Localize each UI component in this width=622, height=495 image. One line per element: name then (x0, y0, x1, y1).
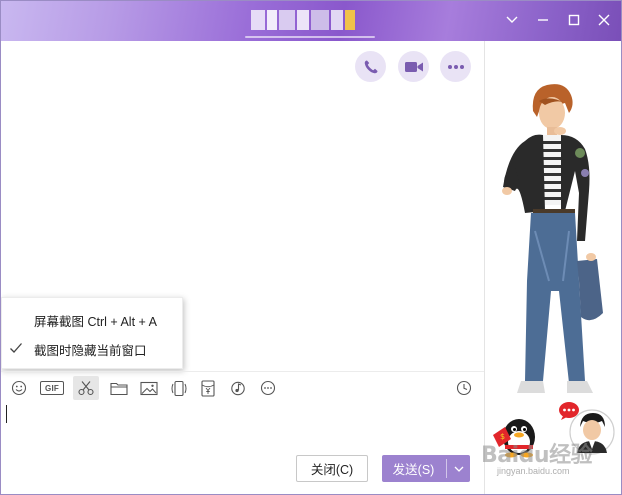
image-icon[interactable] (136, 376, 162, 400)
chat-bubble-icon[interactable] (557, 401, 581, 421)
send-options-chevron-icon[interactable] (447, 455, 470, 482)
redacted-title (251, 10, 361, 30)
shake-icon[interactable] (166, 376, 192, 400)
clock-icon[interactable] (451, 376, 477, 400)
gif-label: GIF (45, 383, 59, 393)
emoji-icon[interactable] (6, 376, 32, 400)
red-packet-icon[interactable] (195, 376, 221, 400)
screenshot-menu: 屏幕截图 Ctrl + Alt + A 截图时隐藏当前窗口 (1, 297, 183, 369)
minimize-icon[interactable] (532, 9, 554, 31)
text-caret (6, 405, 7, 423)
video-call-icon[interactable] (398, 51, 429, 82)
music-icon[interactable] (225, 376, 251, 400)
svg-text:$: $ (500, 432, 505, 441)
scissors-icon[interactable] (73, 376, 99, 400)
menu-item-hide-window[interactable]: 截图时隐藏当前窗口 (2, 335, 182, 363)
message-input[interactable] (1, 401, 484, 449)
menu-item-label: 截图时隐藏当前窗口 (34, 343, 147, 358)
send-label: 发送(S) (392, 463, 435, 477)
character-illustration (502, 84, 603, 393)
check-icon (9, 341, 23, 358)
phone-icon[interactable] (355, 51, 386, 82)
folder-icon[interactable] (106, 376, 132, 400)
send-button[interactable]: 发送(S) (382, 455, 470, 482)
title-underline (245, 36, 375, 38)
menu-item-label: 屏幕截图 Ctrl + Alt + A (34, 314, 157, 329)
penguin-avatar-icon[interactable]: $ (489, 409, 545, 459)
chevron-down-icon[interactable] (501, 9, 523, 31)
gif-icon[interactable]: GIF (38, 376, 66, 400)
close-button[interactable]: 关闭(C) (296, 455, 368, 482)
side-panel: $ (484, 41, 621, 494)
chat-window: 屏幕截图 Ctrl + Alt + A 截图时隐藏当前窗口 GIF 关闭(C) … (0, 0, 622, 495)
maximize-icon[interactable] (563, 9, 585, 31)
more-tools-icon[interactable] (255, 376, 281, 400)
toolbar-divider (1, 371, 484, 372)
title-bar[interactable] (1, 1, 621, 41)
more-icon[interactable] (440, 51, 471, 82)
menu-item-screenshot[interactable]: 屏幕截图 Ctrl + Alt + A (2, 306, 182, 334)
close-icon[interactable] (593, 9, 615, 31)
